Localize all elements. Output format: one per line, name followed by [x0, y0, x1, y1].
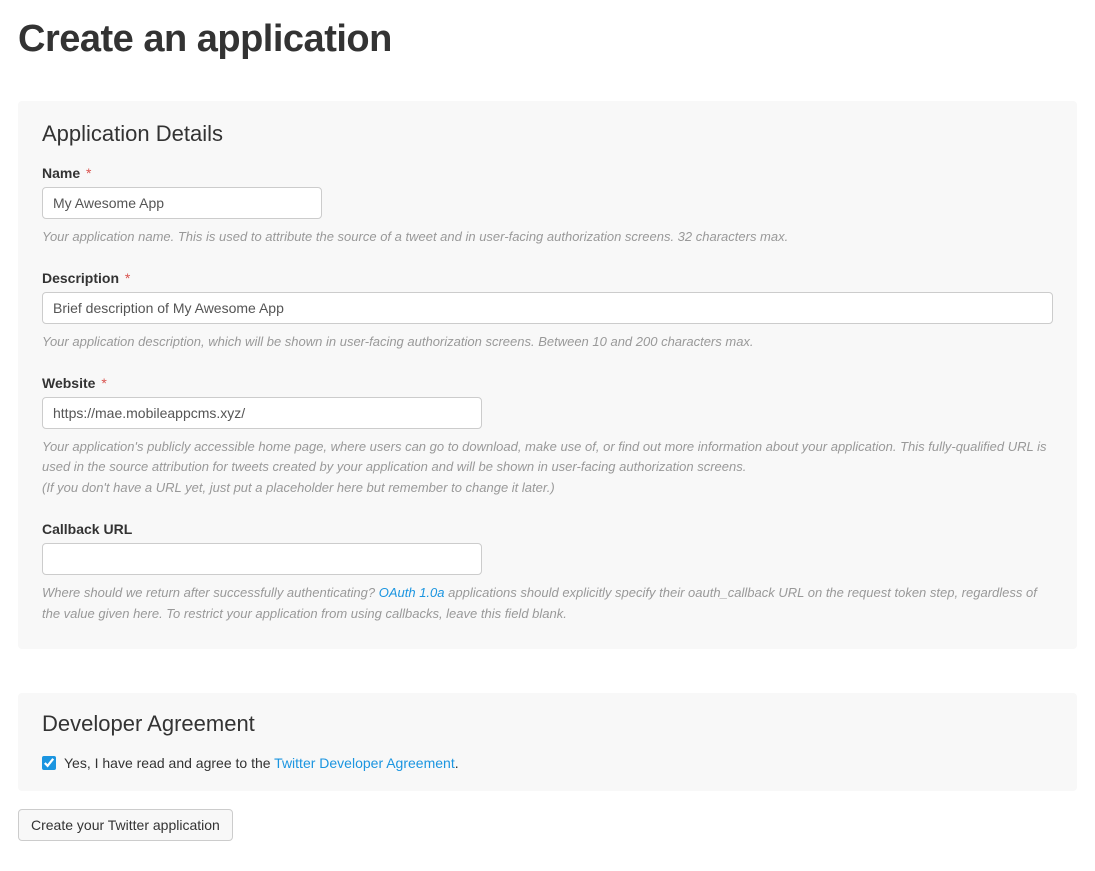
website-help-line2: (If you don't have a URL yet, just put a… — [42, 480, 555, 495]
callback-label-text: Callback URL — [42, 521, 132, 537]
description-label: Description * — [42, 270, 1053, 286]
required-mark: * — [125, 270, 130, 286]
website-input[interactable] — [42, 397, 482, 429]
agreement-checkbox[interactable] — [42, 756, 56, 770]
required-mark: * — [86, 165, 91, 181]
name-help: Your application name. This is used to a… — [42, 227, 1053, 248]
developer-agreement-link[interactable]: Twitter Developer Agreement — [274, 755, 455, 771]
name-field: Name * Your application name. This is us… — [42, 165, 1053, 248]
callback-help: Where should we return after successfull… — [42, 583, 1053, 625]
create-application-button[interactable]: Create your Twitter application — [18, 809, 233, 841]
description-help: Your application description, which will… — [42, 332, 1053, 353]
application-details-heading: Application Details — [42, 121, 1053, 147]
name-input[interactable] — [42, 187, 322, 219]
description-field: Description * Your application descripti… — [42, 270, 1053, 353]
agreement-row: Yes, I have read and agree to the Twitte… — [42, 755, 1053, 771]
website-field: Website * Your application's publicly ac… — [42, 375, 1053, 499]
page-title: Create an application — [18, 18, 1077, 61]
website-label-text: Website — [42, 375, 95, 391]
application-details-panel: Application Details Name * Your applicat… — [18, 101, 1077, 649]
callback-help-pre: Where should we return after successfull… — [42, 585, 379, 600]
agreement-text: Yes, I have read and agree to the Twitte… — [64, 755, 459, 771]
website-help-line1: Your application's publicly accessible h… — [42, 439, 1047, 475]
description-input[interactable] — [42, 292, 1053, 324]
description-label-text: Description — [42, 270, 119, 286]
developer-agreement-panel: Developer Agreement Yes, I have read and… — [18, 693, 1077, 791]
agreement-text-post: . — [455, 755, 459, 771]
name-label-text: Name — [42, 165, 80, 181]
website-label: Website * — [42, 375, 1053, 391]
oauth-link[interactable]: OAuth 1.0a — [379, 585, 445, 600]
callback-label: Callback URL — [42, 521, 1053, 537]
callback-input[interactable] — [42, 543, 482, 575]
agreement-text-pre: Yes, I have read and agree to the — [64, 755, 274, 771]
required-mark: * — [101, 375, 106, 391]
name-label: Name * — [42, 165, 1053, 181]
callback-field: Callback URL Where should we return afte… — [42, 521, 1053, 625]
developer-agreement-heading: Developer Agreement — [42, 711, 1053, 737]
website-help: Your application's publicly accessible h… — [42, 437, 1053, 499]
